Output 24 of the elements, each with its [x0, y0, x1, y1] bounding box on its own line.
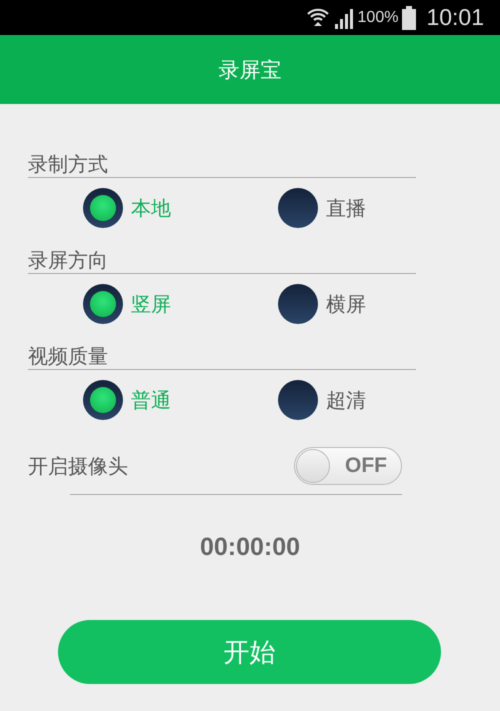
section-label: 录屏方向 — [28, 248, 416, 274]
radio-button[interactable] — [278, 380, 318, 420]
radio-button[interactable] — [278, 284, 318, 324]
toggle-switch[interactable]: OFF — [294, 447, 402, 485]
signal-icon — [334, 6, 354, 28]
radio-option[interactable]: 横屏 — [278, 284, 366, 324]
start-button[interactable]: 开始 — [58, 620, 441, 684]
camera-label: 开启摄像头 — [28, 452, 128, 480]
battery-text: 100% — [358, 8, 398, 26]
section-label: 视频质量 — [28, 344, 416, 370]
radio-option[interactable]: 竖屏 — [83, 284, 171, 324]
app-title: 录屏宝 — [218, 56, 282, 84]
radio-button[interactable] — [278, 188, 318, 228]
radio-button[interactable] — [83, 188, 123, 228]
radio-option[interactable]: 普通 — [83, 380, 171, 420]
clock-time: 10:01 — [426, 4, 484, 31]
radio-option[interactable]: 直播 — [278, 188, 366, 228]
radio-button[interactable] — [83, 284, 123, 324]
radio-option[interactable]: 本地 — [83, 188, 171, 228]
battery-icon — [402, 6, 416, 30]
radio-button[interactable] — [83, 380, 123, 420]
section-label: 录制方式 — [28, 152, 416, 178]
timer-text: 00:00:00 — [198, 533, 302, 562]
radio-option[interactable]: 超清 — [278, 380, 366, 420]
